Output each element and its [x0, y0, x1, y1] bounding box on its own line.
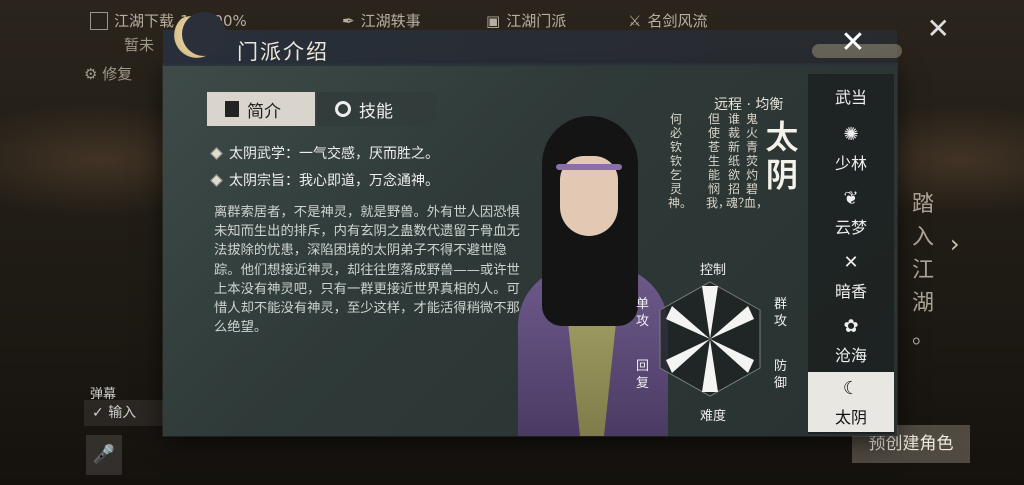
diamond-bullet-icon [210, 146, 223, 160]
taiyin-icon: ☾ [842, 378, 860, 399]
doctrine-text: 太阴宗旨：我心即道，万念通神。 [229, 173, 439, 189]
martial-text: 太阴武学：一气交感，厌而胜之。 [229, 146, 439, 162]
poem-line-3: 但使苍生能悯我， [706, 112, 731, 210]
tab-factions[interactable]: ▣ 江湖门派 [486, 10, 566, 31]
enter-char-4: 湖 [911, 291, 934, 316]
download-icon [90, 11, 108, 30]
left-menu: 暂未 ⚙ 修复 [84, 34, 154, 84]
danmu-input[interactable]: ✓ 输入 [84, 400, 174, 426]
sect-name-char-2: 阴 [765, 156, 798, 194]
anxiang-icon: ✕ [843, 252, 859, 273]
tab-skill[interactable]: 技能 [317, 92, 437, 126]
shaolin-icon: ✺ [843, 124, 859, 145]
tab-factions-label: 江湖门派 [506, 12, 567, 30]
sect-description: 离群索居者，不是神灵，就是野兽。外有世人因恐惧未知而生出的排斥，内有玄阴之蛊数代… [214, 205, 520, 336]
close-icon[interactable]: ✕ [838, 28, 868, 58]
enter-char-2: 入 [911, 225, 934, 250]
faction-label: 沧海 [834, 346, 867, 365]
faction-item-3[interactable]: ❦ 云梦 [808, 182, 894, 242]
sect-name: 太 阴 [764, 118, 800, 194]
tab-skill-label: 技能 [359, 101, 393, 122]
tab-intro-label: 简介 [247, 101, 281, 122]
doctrine-line: 太阴宗旨：我心即道，万念通神。 [210, 170, 439, 190]
sect-type: 远程 · 均衡 [714, 97, 784, 113]
faction-label: 武当 [834, 88, 867, 107]
faction-item-4[interactable]: ✕ 暗香 [808, 246, 894, 306]
sect-name-char-1: 太 [765, 118, 798, 156]
radar-chart [659, 281, 761, 397]
attribute-radar: 控制 群攻 防御 难度 回复 单攻 [630, 256, 790, 426]
faction-item-2[interactable]: ✺ 少林 [808, 118, 894, 178]
moon-shadow [182, 12, 226, 56]
radar-label-control: 控制 [700, 263, 727, 278]
book-icon [225, 101, 239, 117]
left-item-2[interactable]: ⚙ 修复 [84, 63, 154, 84]
tab-anecdotes[interactable]: ✒ 江湖轶事 [342, 10, 421, 31]
enter-char-3: 江 [911, 258, 934, 283]
outer-close-icon[interactable]: ✕ [927, 12, 950, 45]
faction-label: 少林 [834, 154, 867, 173]
danmu-input-text: 输入 [108, 405, 137, 421]
radar-label-difficulty: 难度 [700, 409, 727, 424]
left-item-2-label: 修复 [102, 65, 133, 83]
radar-label-single: 单攻 [636, 297, 650, 329]
faction-label: 暗香 [834, 282, 867, 301]
enter-char-5: 。 [911, 324, 934, 349]
faction-item-1[interactable]: ☯武当 [808, 76, 894, 116]
swirl-icon [335, 101, 351, 117]
faction-item-5[interactable]: ✿ 沧海 [808, 310, 894, 370]
sword-icon: ⚔ [628, 11, 642, 30]
diamond-bullet-icon [210, 173, 223, 187]
panel-title: 门派介绍 [237, 40, 329, 64]
tab-swords[interactable]: ⚔ 名剑风流 [628, 10, 707, 31]
martial-line: 太阴武学：一气交感，厌而胜之。 [210, 143, 439, 163]
tab-swords-label: 名剑风流 [647, 12, 708, 30]
radar-label-defense: 防御 [774, 359, 788, 391]
chevron-right-icon[interactable]: › [950, 230, 960, 258]
portrait-headband [556, 164, 622, 170]
radar-label-aoe: 群攻 [774, 297, 788, 329]
tab-anecdotes-label: 江湖轶事 [360, 12, 421, 30]
brush-icon: ✒ [342, 11, 355, 30]
poem-line-4: 何必钦钦乞灵神。 [668, 112, 693, 210]
faction-item-6[interactable]: ☾ 太阴 [808, 372, 894, 432]
left-item-1[interactable]: 暂未 [124, 34, 154, 55]
faction-label: 云梦 [834, 218, 867, 237]
microphone-icon[interactable]: 🎤 [86, 435, 122, 475]
enter-jianghu-button[interactable]: 踏 入 江 湖 。 [908, 188, 938, 353]
enter-char-1: 踏 [911, 192, 934, 217]
radar-label-heal: 回复 [636, 359, 650, 391]
faction-label: 太阴 [834, 408, 867, 427]
gear-icon: ⚙ [84, 65, 98, 83]
flag-icon: ▣ [486, 11, 501, 30]
canghai-icon: ✿ [843, 316, 859, 337]
download-label: 江湖下载 [114, 12, 175, 30]
tab-intro[interactable]: 简介 [207, 92, 315, 126]
yunmeng-icon: ❦ [843, 188, 859, 209]
